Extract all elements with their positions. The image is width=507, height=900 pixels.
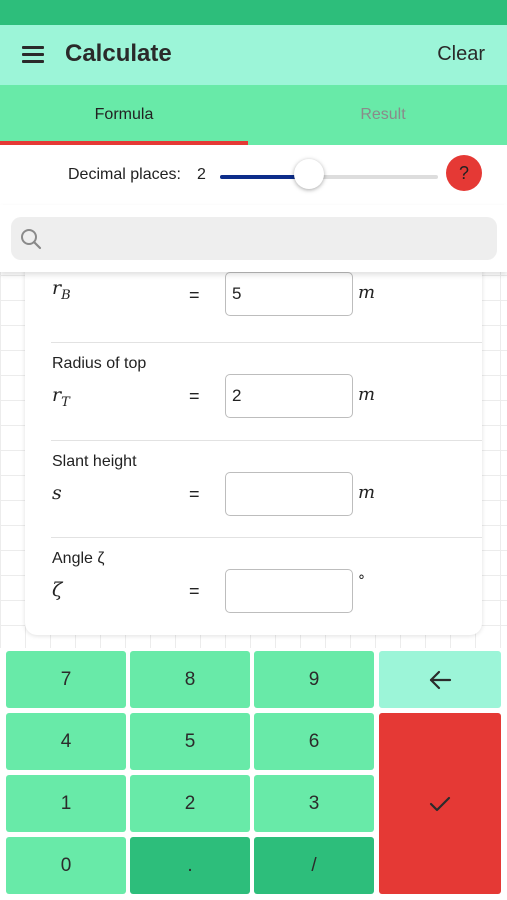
symbol-r-b: rB [52, 277, 71, 303]
key-0[interactable]: 0 [6, 837, 126, 894]
field-angle: Angle ζ ζ = ° [25, 537, 482, 635]
key-slash[interactable]: / [254, 837, 374, 894]
hamburger-menu-icon[interactable] [22, 46, 44, 64]
radius-top-input[interactable] [225, 374, 353, 418]
unit-label: ° [358, 573, 365, 589]
clear-button[interactable]: Clear [437, 43, 485, 66]
backspace-key[interactable] [379, 651, 501, 708]
numeric-keypad: 7 8 9 4 5 6 1 2 3 0 . / [0, 648, 507, 900]
field-label: Slant height [52, 453, 137, 470]
equals-sign: = [189, 386, 200, 406]
key-9[interactable]: 9 [254, 651, 374, 708]
decimal-places-label: Decimal places: [68, 166, 181, 183]
key-1[interactable]: 1 [6, 775, 126, 832]
key-6[interactable]: 6 [254, 713, 374, 770]
tab-result[interactable]: Result [259, 85, 507, 145]
key-decimal-point[interactable]: . [130, 837, 250, 894]
decimal-places-value: 2 [197, 166, 206, 183]
equals-sign: = [189, 285, 200, 305]
search-box[interactable] [11, 217, 497, 262]
divider [51, 342, 482, 343]
symbol-s: s [52, 482, 62, 504]
radius-bottom-input[interactable] [225, 272, 353, 316]
search-icon [21, 229, 42, 250]
app-bar: Calculate Clear [0, 25, 507, 85]
key-8[interactable]: 8 [130, 651, 250, 708]
arrow-left-icon [429, 670, 452, 689]
status-bar [0, 0, 507, 25]
field-label: Angle ζ [52, 550, 105, 567]
search-bar [0, 205, 507, 272]
page-title: Calculate [65, 40, 172, 67]
angle-input[interactable] [225, 569, 353, 613]
key-7[interactable]: 7 [6, 651, 126, 708]
unit-label: m [358, 482, 376, 503]
field-label: Radius of top [52, 355, 147, 372]
search-input[interactable] [55, 217, 489, 262]
equals-sign: = [189, 484, 200, 504]
slant-height-input[interactable] [225, 472, 353, 516]
key-2[interactable]: 2 [130, 775, 250, 832]
checkmark-icon [429, 796, 451, 811]
tab-formula[interactable]: Formula [0, 85, 248, 145]
tab-bar: Formula Result [0, 85, 507, 145]
unit-label: m [358, 384, 376, 405]
symbol-zeta: ζ [52, 579, 63, 601]
field-slant-height: Slant height s = m [25, 440, 482, 538]
formula-fields-card: rB = m Radius of top rT = m Slant height… [25, 255, 482, 635]
unit-label: m [358, 282, 376, 303]
divider [51, 537, 482, 538]
key-4[interactable]: 4 [6, 713, 126, 770]
field-radius-top: Radius of top rT = m [25, 342, 482, 440]
key-5[interactable]: 5 [130, 713, 250, 770]
key-3[interactable]: 3 [254, 775, 374, 832]
equals-sign: = [189, 581, 200, 601]
help-button[interactable]: ? [446, 155, 482, 191]
divider [51, 440, 482, 441]
symbol-r-t: rT [52, 384, 70, 410]
enter-key[interactable] [379, 713, 501, 894]
decimal-places-slider[interactable] [220, 175, 438, 179]
